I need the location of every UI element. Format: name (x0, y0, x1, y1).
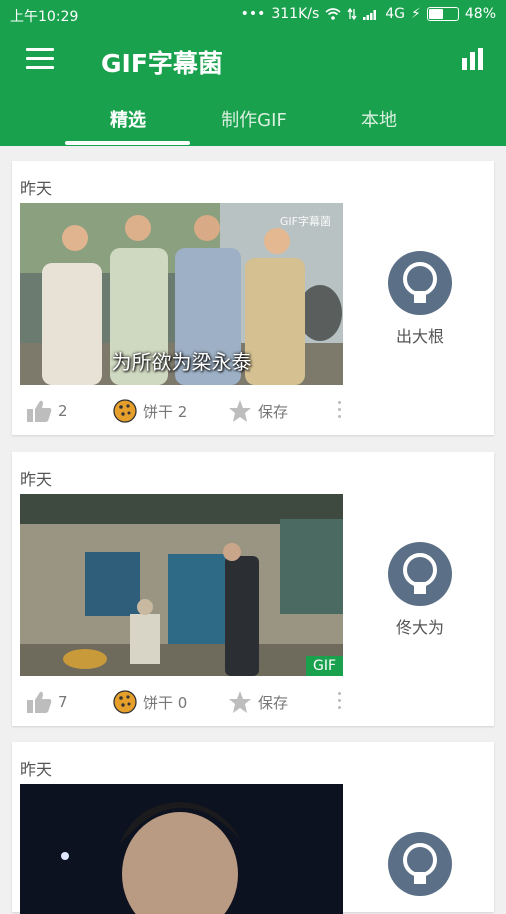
post-date: 昨天 (20, 470, 53, 489)
default-avatar-icon (403, 262, 437, 303)
gif-frame-street-scene (20, 494, 343, 676)
more-options-icon[interactable] (338, 401, 342, 422)
like-button[interactable]: 7 (26, 690, 68, 714)
tab-indicator (65, 141, 190, 145)
cookie-label: 饼干 2 (143, 402, 188, 421)
network-type: 4G (385, 6, 406, 22)
feed-card[interactable]: 昨天 GIF字幕菌 为所欲为梁永泰 2 饼干 2 保存 出大根 (12, 161, 494, 435)
save-button[interactable]: 保存 (228, 690, 288, 714)
app-bar: GIF字幕菌 精选 制作GIF 本地 (0, 30, 506, 146)
default-avatar-icon (403, 843, 437, 884)
tab-local[interactable]: 本地 (316, 106, 442, 132)
feed-card[interactable]: 昨天 (12, 742, 494, 914)
default-avatar-icon (403, 553, 437, 594)
status-dots: ••• (240, 6, 266, 22)
like-button[interactable]: 2 (26, 399, 68, 423)
status-time: 上午10:29 (10, 9, 79, 25)
post-date: 昨天 (20, 179, 53, 198)
tab-featured[interactable]: 精选 (65, 106, 191, 132)
bar-chart-icon[interactable] (462, 48, 484, 70)
watermark-text: GIF字幕菌 (279, 215, 331, 228)
status-right: ••• 311K/s 4G ⚡ 48% (241, 6, 496, 22)
status-bar: 上午10:29 ••• 311K/s 4G ⚡ 48% (0, 0, 506, 30)
author-block[interactable]: 出大根 (385, 251, 455, 347)
battery-level: 48% (464, 6, 496, 22)
author-name: 出大根 (395, 327, 444, 346)
cookie-icon (113, 690, 137, 714)
thumbs-up-icon (27, 400, 52, 422)
gif-thumbnail[interactable]: GIF字幕菌 为所欲为梁永泰 (20, 203, 343, 385)
cookie-button[interactable]: 饼干 0 (113, 690, 187, 714)
more-options-icon[interactable] (338, 692, 342, 713)
cookie-label: 饼干 0 (143, 693, 188, 712)
avatar (388, 832, 452, 896)
signal-icon (363, 10, 377, 20)
data-arrows-icon (347, 8, 357, 20)
hamburger-menu-icon[interactable] (26, 48, 54, 70)
avatar (388, 542, 452, 606)
author-name: 佟大为 (395, 618, 444, 637)
battery-icon (426, 7, 459, 21)
cookie-icon (113, 399, 137, 423)
save-button[interactable]: 保存 (228, 399, 288, 423)
save-label: 保存 (258, 693, 289, 712)
like-count: 2 (58, 402, 68, 420)
thumbs-up-icon (27, 691, 52, 713)
cookie-button[interactable]: 饼干 2 (113, 399, 187, 423)
post-date: 昨天 (20, 760, 53, 779)
charging-icon: ⚡ (411, 6, 421, 22)
gif-thumbnail[interactable] (20, 784, 343, 914)
gif-frame-portrait-scene (20, 784, 343, 914)
avatar (388, 251, 452, 315)
card-actions: 7 饼干 0 保存 (20, 682, 343, 722)
tab-bar: 精选 制作GIF 本地 (0, 96, 506, 146)
author-block[interactable]: 佟大为 (385, 542, 455, 638)
app-title: GIF字幕菌 (101, 49, 223, 78)
author-block[interactable] (385, 832, 455, 896)
gif-thumbnail[interactable]: GIF (20, 494, 343, 676)
save-label: 保存 (258, 402, 289, 421)
tab-make-gif[interactable]: 制作GIF (191, 106, 317, 132)
like-count: 7 (58, 693, 68, 711)
gif-badge: GIF (305, 656, 343, 676)
card-actions: 2 饼干 2 保存 (20, 391, 343, 431)
wifi-icon (325, 8, 341, 20)
star-icon (229, 691, 251, 713)
feed-card[interactable]: 昨天 GIF 7 饼干 0 保存 佟大为 (12, 452, 494, 726)
gif-subtitle: 为所欲为梁永泰 (111, 350, 252, 374)
network-speed: 311K/s (271, 6, 320, 22)
star-icon (229, 400, 251, 422)
